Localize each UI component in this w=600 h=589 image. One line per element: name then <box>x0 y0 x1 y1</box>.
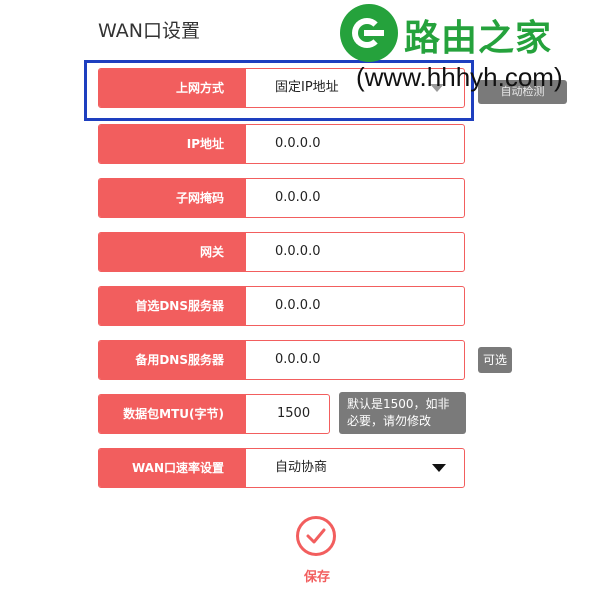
subnet-mask-field[interactable]: 子网掩码 0.0.0.0 <box>98 178 465 218</box>
wan-speed-select[interactable]: WAN口速率设置 自动协商 <box>98 448 465 488</box>
mtu-field[interactable]: 数据包MTU(字节) 1500 <box>98 394 330 434</box>
brand-e-logo-icon <box>340 4 398 62</box>
primary-dns-value: 0.0.0.0 <box>275 298 321 313</box>
mtu-label: 数据包MTU(字节) <box>99 395 246 433</box>
save-label[interactable]: 保存 <box>300 566 334 585</box>
ip-address-field[interactable]: IP地址 0.0.0.0 <box>98 124 465 164</box>
watermark-name: 路由之家 <box>404 18 553 59</box>
ip-address-value: 0.0.0.0 <box>275 136 321 151</box>
wan-speed-value: 自动协商 <box>275 460 328 475</box>
subnet-mask-value: 0.0.0.0 <box>275 190 321 205</box>
primary-dns-label: 首选DNS服务器 <box>99 287 246 325</box>
subnet-mask-label: 子网掩码 <box>99 179 246 217</box>
mtu-tip: 默认是1500，如非必要，请勿修改 <box>339 392 466 434</box>
mtu-value: 1500 <box>277 406 311 421</box>
secondary-dns-label: 备用DNS服务器 <box>99 341 246 379</box>
page-title: WAN口设置 <box>98 20 200 42</box>
ip-address-label: IP地址 <box>99 125 246 163</box>
gateway-field[interactable]: 网关 0.0.0.0 <box>98 232 465 272</box>
chevron-down-icon[interactable] <box>432 464 446 472</box>
watermark-url: (www.hhhyh.com) <box>356 62 563 92</box>
gateway-label: 网关 <box>99 233 246 271</box>
secondary-dns-field[interactable]: 备用DNS服务器 0.0.0.0 <box>98 340 465 380</box>
save-button[interactable] <box>296 516 336 556</box>
optional-tip: 可选 <box>478 347 512 373</box>
watermark: 路由之家 (www.hhhyh.com) <box>340 4 600 99</box>
checkmark-icon <box>306 528 326 544</box>
gateway-value: 0.0.0.0 <box>275 244 321 259</box>
wan-speed-label: WAN口速率设置 <box>99 449 246 487</box>
secondary-dns-value: 0.0.0.0 <box>275 352 321 367</box>
primary-dns-field[interactable]: 首选DNS服务器 0.0.0.0 <box>98 286 465 326</box>
